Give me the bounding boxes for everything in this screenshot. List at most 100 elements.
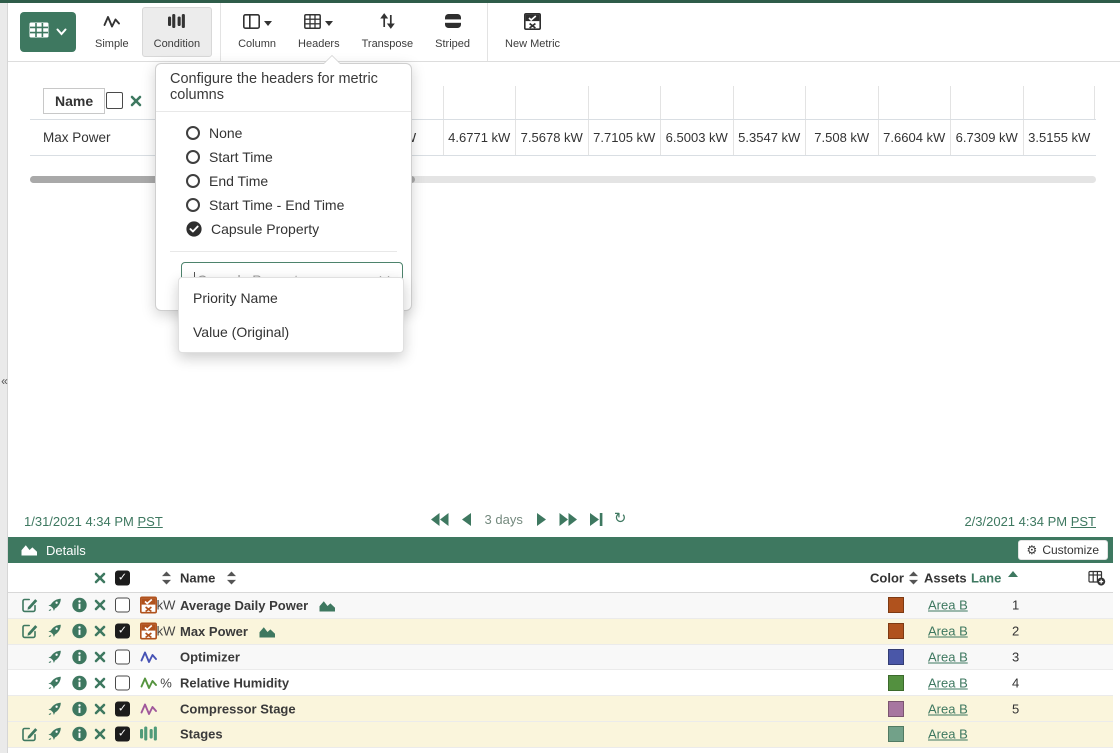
step-to-end-icon[interactable] xyxy=(589,512,603,527)
info-icon[interactable] xyxy=(72,675,87,690)
row-checkbox[interactable]: ✓ xyxy=(115,624,130,639)
assets-column-label[interactable]: Assets xyxy=(924,571,967,584)
color-swatch[interactable] xyxy=(888,597,904,613)
asset-link[interactable]: Area B xyxy=(928,676,968,689)
tool-label: Striped xyxy=(435,38,470,50)
item-name: Compressor Stage xyxy=(180,702,296,715)
remove-icon[interactable] xyxy=(94,703,106,715)
asset-link[interactable]: Area B xyxy=(928,702,968,715)
item-name-text: Optimizer xyxy=(180,650,240,663)
rocket-icon[interactable] xyxy=(47,701,62,716)
customize-button[interactable]: ⚙︎ Customize xyxy=(1018,540,1108,560)
sort-color-icon[interactable] xyxy=(909,571,918,584)
sort-name-icon[interactable] xyxy=(227,571,236,584)
step-back-icon[interactable] xyxy=(460,512,472,527)
details-row-average-daily-power: kWAverage Daily PowerArea B1 xyxy=(8,593,1113,619)
remove-all-icon[interactable] xyxy=(94,572,106,584)
sidebar-collapse-icon[interactable]: « xyxy=(0,374,9,388)
step-back-full-icon[interactable] xyxy=(430,512,449,527)
row-checkbox[interactable]: ✓ xyxy=(115,727,130,742)
gears-icon: ⚙︎ xyxy=(1027,544,1038,556)
color-swatch[interactable] xyxy=(888,675,904,691)
edit-icon[interactable] xyxy=(22,727,38,742)
color-swatch[interactable] xyxy=(888,623,904,639)
headers-icon xyxy=(304,14,321,34)
name-column-remove-icon[interactable] xyxy=(130,94,142,112)
refresh-icon[interactable]: ↻ xyxy=(614,512,627,526)
option-label: Capsule Property xyxy=(211,221,319,237)
info-icon[interactable] xyxy=(72,649,87,664)
info-icon[interactable] xyxy=(72,727,87,742)
color-column-label[interactable]: Color xyxy=(870,571,904,584)
select-all-checkbox[interactable]: ✓ xyxy=(115,570,130,585)
start-timezone[interactable]: PST xyxy=(137,514,162,529)
name-column-header[interactable]: Name xyxy=(43,88,105,114)
remove-icon[interactable] xyxy=(94,677,106,689)
name-column-checkbox[interactable] xyxy=(106,92,123,109)
info-icon[interactable] xyxy=(72,701,87,716)
header-option-end-time[interactable]: End Time xyxy=(186,169,411,193)
row-checkbox[interactable] xyxy=(115,598,130,613)
name-column-label[interactable]: Name xyxy=(180,571,215,584)
area-chart-icon xyxy=(20,542,39,559)
tool-simple-button[interactable]: Simple xyxy=(84,3,140,61)
table-view-button[interactable] xyxy=(20,12,76,52)
tool-column-button[interactable]: Column xyxy=(227,3,287,61)
color-swatch[interactable] xyxy=(888,726,904,742)
edit-icon[interactable] xyxy=(22,598,38,613)
info-icon[interactable] xyxy=(72,624,87,639)
rocket-icon[interactable] xyxy=(47,727,62,742)
tool-new-metric-button[interactable]: New Metric xyxy=(494,3,571,61)
customize-label: Customize xyxy=(1042,543,1099,557)
row-checkbox[interactable]: ✓ xyxy=(115,701,130,716)
duration-label[interactable]: 3 days xyxy=(485,512,523,527)
remove-icon[interactable] xyxy=(94,625,106,637)
rocket-icon[interactable] xyxy=(47,598,62,613)
end-timezone[interactable]: PST xyxy=(1071,514,1096,529)
remove-icon[interactable] xyxy=(94,651,106,663)
header-option-capsule-property[interactable]: Capsule Property xyxy=(186,217,411,241)
metric-value-cell: 7.5678 kW xyxy=(515,120,588,155)
color-swatch[interactable] xyxy=(888,649,904,665)
display-range-end[interactable]: 2/3/2021 4:34 PM PST xyxy=(964,514,1096,529)
column-icon xyxy=(243,14,260,34)
step-forward-full-icon[interactable] xyxy=(559,512,578,527)
color-swatch[interactable] xyxy=(888,701,904,717)
asset-link[interactable]: Area B xyxy=(928,625,968,638)
tool-transpose-button[interactable]: Transpose xyxy=(351,3,425,61)
tool-condition-button[interactable]: Condition xyxy=(142,7,212,57)
header-option-none[interactable]: None xyxy=(186,121,411,145)
sort-type-icon[interactable] xyxy=(162,571,171,584)
lane-value: 5 xyxy=(1012,702,1019,715)
remove-icon[interactable] xyxy=(94,728,106,740)
header-option-start-time[interactable]: Start Time xyxy=(186,145,411,169)
header-option-start-time-end-time[interactable]: Start Time - End Time xyxy=(186,193,411,217)
add-column-icon[interactable] xyxy=(1088,570,1106,586)
info-icon[interactable] xyxy=(72,598,87,613)
remove-icon[interactable] xyxy=(94,599,106,611)
display-range-start[interactable]: 1/31/2021 4:34 PM PST xyxy=(24,514,163,529)
metric-header-cell xyxy=(443,86,516,119)
row-checkbox[interactable] xyxy=(115,675,130,690)
asset-link[interactable]: Area B xyxy=(928,728,968,741)
option-label: None xyxy=(209,125,242,141)
asset-link[interactable]: Area B xyxy=(928,650,968,663)
asset-link[interactable]: Area B xyxy=(928,599,968,612)
metric-header-cell xyxy=(1023,86,1096,119)
menu-item-priority-name[interactable]: Priority Name xyxy=(179,281,403,315)
tool-striped-button[interactable]: Striped xyxy=(424,3,481,61)
rocket-icon[interactable] xyxy=(47,649,62,664)
toolbar-separator xyxy=(220,3,221,61)
item-name: Average Daily Power xyxy=(180,598,337,612)
menu-item-value-original-[interactable]: Value (Original) xyxy=(179,315,403,349)
details-title: Details xyxy=(20,542,86,559)
step-forward-icon[interactable] xyxy=(536,512,548,527)
edit-icon[interactable] xyxy=(22,624,38,639)
row-checkbox[interactable] xyxy=(115,649,130,664)
option-label: Start Time xyxy=(209,149,273,165)
rocket-icon[interactable] xyxy=(47,624,62,639)
tool-headers-button[interactable]: Headers xyxy=(287,3,351,61)
lane-column-label[interactable]: Lane xyxy=(971,571,1001,584)
rocket-icon[interactable] xyxy=(47,675,62,690)
details-panel-header: Details ⚙︎ Customize xyxy=(8,537,1113,563)
